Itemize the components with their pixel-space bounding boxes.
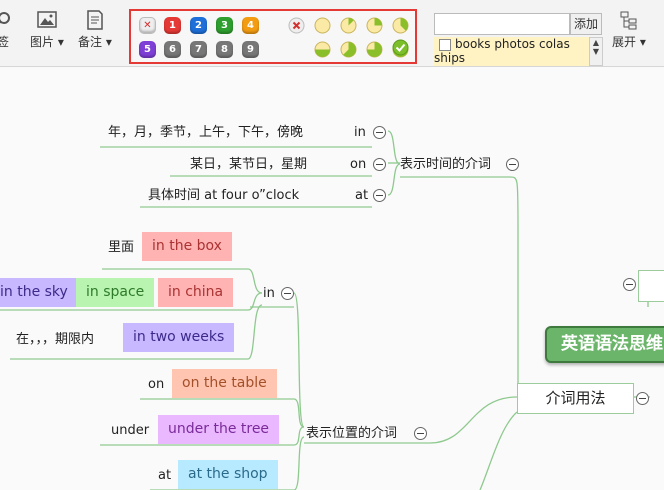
in-node[interactable]: in bbox=[263, 285, 275, 303]
image-icon bbox=[37, 11, 57, 28]
mindmap-canvas[interactable]: 年，月，季节，上午，下午，傍晚 in 某日，某节日，星期 on 具体时间 at … bbox=[0, 67, 664, 490]
in-desc[interactable]: 里面 bbox=[108, 239, 134, 257]
at-word[interactable]: at bbox=[158, 467, 171, 485]
right-branch-node[interactable] bbox=[638, 270, 664, 302]
on-the-table-chip[interactable]: on the table bbox=[172, 369, 277, 398]
add-tag-button[interactable]: 添加 bbox=[570, 13, 602, 35]
on-word[interactable]: on bbox=[148, 376, 164, 394]
link-icon bbox=[0, 12, 10, 24]
time-prep-3[interactable]: at bbox=[355, 187, 368, 205]
image-label: 图片 bbox=[30, 35, 55, 49]
priority-8-icon[interactable]: 8 bbox=[216, 41, 233, 58]
collapse-toggle-icon[interactable] bbox=[623, 278, 636, 291]
in-two-weeks-chip[interactable]: in two weeks bbox=[123, 323, 235, 352]
priority-2-icon[interactable]: 2 bbox=[190, 17, 207, 34]
note-button[interactable]: 备注 ▾ bbox=[78, 10, 112, 50]
progress-3-8-icon[interactable] bbox=[392, 17, 409, 34]
priority-6-icon[interactable]: 6 bbox=[164, 41, 181, 58]
progress-1-4-icon[interactable] bbox=[366, 17, 383, 34]
progress-1-2-icon[interactable] bbox=[314, 41, 331, 58]
time-prep-1[interactable]: in bbox=[354, 124, 366, 142]
under-word[interactable]: under bbox=[111, 422, 149, 440]
in-period-desc[interactable]: 在，，，期限内 bbox=[16, 331, 94, 349]
collapse-toggle-icon[interactable] bbox=[373, 189, 386, 202]
in-space-chip[interactable]: in space bbox=[76, 278, 155, 307]
time-group-node[interactable]: 表示时间的介词 bbox=[400, 156, 491, 174]
collapse-toggle-icon[interactable] bbox=[373, 126, 386, 139]
central-topic[interactable]: 英语语法思维 bbox=[545, 326, 664, 363]
tag-list[interactable]: books photos colas ships bbox=[434, 37, 589, 66]
in-china-chip[interactable]: in china bbox=[158, 278, 234, 307]
in-the-box-chip[interactable]: in the box bbox=[142, 232, 232, 261]
marker-panel: ✕ 1 2 3 4 5 6 7 8 9 bbox=[129, 9, 417, 64]
priority-7-icon[interactable]: 7 bbox=[190, 41, 207, 58]
remove-progress-icon[interactable] bbox=[288, 17, 305, 34]
progress-1-8-icon[interactable] bbox=[340, 17, 357, 34]
remove-priority-icon[interactable]: ✕ bbox=[139, 17, 156, 34]
priority-5-icon[interactable]: 5 bbox=[139, 41, 156, 58]
tag-item-label: books photos colas ships bbox=[434, 37, 570, 65]
time-desc-1[interactable]: 年，月，季节，上午，下午，傍晚 bbox=[108, 124, 303, 142]
expand-tree-icon bbox=[620, 11, 637, 30]
tag-checkbox[interactable] bbox=[439, 38, 451, 51]
tag-scroll[interactable]: ▲ ▼ bbox=[589, 37, 603, 66]
in-the-sky-chip[interactable]: in the sky bbox=[0, 278, 78, 307]
collapse-toggle-icon[interactable] bbox=[281, 287, 294, 300]
place-group-node[interactable]: 表示位置的介词 bbox=[306, 425, 397, 443]
tag-input[interactable] bbox=[434, 13, 570, 35]
time-desc-2[interactable]: 某日，某节日，星期 bbox=[190, 156, 307, 174]
toolbar: 签 图片 ▾ 备注 ▾ ✕ 1 2 3 4 5 6 7 8 9 添加 books… bbox=[0, 0, 664, 67]
priority-4-icon[interactable]: 4 bbox=[242, 17, 259, 34]
collapse-toggle-icon[interactable] bbox=[373, 158, 386, 171]
collapse-toggle-icon[interactable] bbox=[636, 392, 649, 405]
progress-3-4-icon[interactable] bbox=[366, 41, 383, 58]
priority-9-icon[interactable]: 9 bbox=[242, 41, 259, 58]
expand-button[interactable]: 展开 ▾ bbox=[612, 10, 646, 50]
progress-5-8-icon[interactable] bbox=[340, 41, 357, 58]
time-prep-2[interactable]: on bbox=[350, 156, 366, 174]
collapse-toggle-icon[interactable] bbox=[506, 158, 519, 171]
partial-toolbar-button[interactable]: 签 bbox=[0, 10, 12, 50]
under-the-tree-chip[interactable]: under the tree bbox=[158, 415, 280, 444]
collapse-toggle-icon[interactable] bbox=[414, 427, 427, 440]
expand-label: 展开 bbox=[612, 35, 637, 49]
priority-1-icon[interactable]: 1 bbox=[164, 17, 181, 34]
note-icon bbox=[87, 10, 103, 30]
progress-0-icon[interactable] bbox=[314, 17, 331, 34]
partial-label: 签 bbox=[0, 35, 9, 49]
at-the-shop-chip[interactable]: at the shop bbox=[178, 460, 278, 489]
priority-3-icon[interactable]: 3 bbox=[216, 17, 233, 34]
preposition-branch-node[interactable]: 介词用法 bbox=[517, 383, 634, 414]
note-label: 备注 bbox=[78, 35, 103, 49]
progress-done-icon[interactable] bbox=[392, 39, 409, 56]
time-desc-3[interactable]: 具体时间 at four o”clock bbox=[148, 187, 299, 205]
image-button[interactable]: 图片 ▾ bbox=[30, 10, 64, 50]
